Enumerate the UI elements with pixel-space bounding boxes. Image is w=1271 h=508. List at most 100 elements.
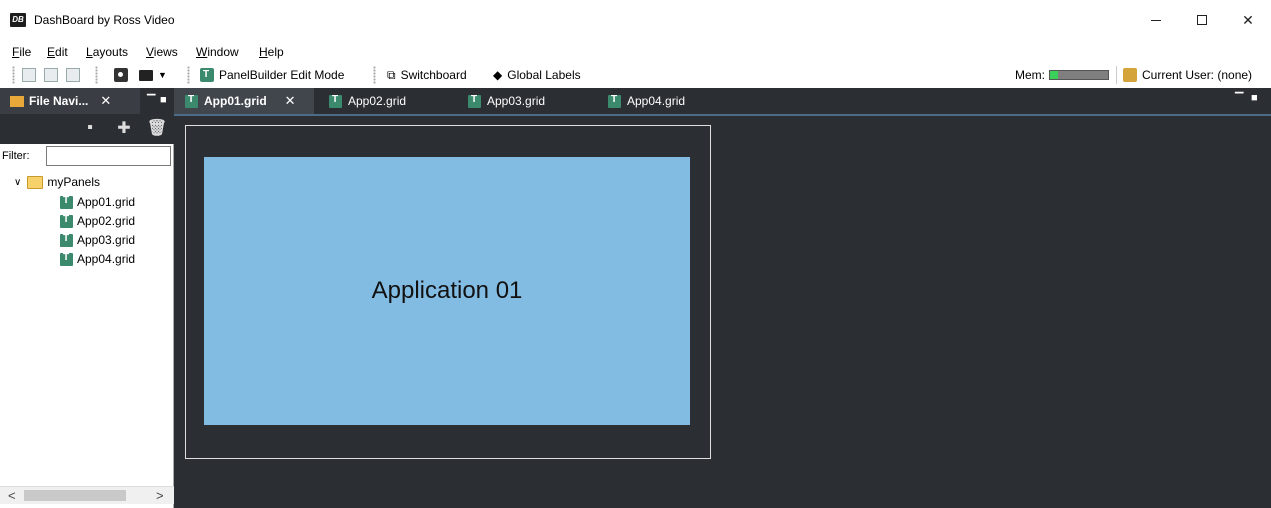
panelbuilder-edit-mode-button[interactable]: PanelBuilder Edit Mode	[200, 66, 344, 84]
toolbar-grip[interactable]	[95, 66, 98, 84]
grid-file-icon	[60, 214, 73, 228]
title-bar: DB DashBoard by Ross Video ✕	[0, 0, 1271, 42]
add-icon[interactable]: ✚	[116, 120, 132, 137]
save-button[interactable]	[22, 66, 41, 84]
maximize-editor-icon[interactable]: ■	[1251, 92, 1258, 104]
tab-label: App02.grid	[348, 94, 407, 108]
tree-item-label: App03.grid	[77, 233, 136, 247]
grid-file-icon	[185, 94, 198, 108]
tab-label: App04.grid	[627, 94, 686, 108]
tab-label: App03.grid	[487, 94, 546, 108]
scroll-left-icon[interactable]: <	[8, 488, 16, 503]
toolbar: ▼ PanelBuilder Edit Mode ⧉ Switchboard ◆ G…	[0, 62, 1271, 88]
screenshot-button[interactable]	[114, 66, 133, 84]
tab-app04-grid[interactable]: App04.grid	[608, 88, 685, 114]
menu-file-rest: ile	[19, 45, 32, 59]
menu-bar: File Edit Layouts Views Window Help	[0, 42, 1271, 62]
tab-app02-grid[interactable]: App02.grid	[327, 88, 406, 114]
folder-icon	[27, 175, 44, 189]
close-window-button[interactable]: ✕	[1225, 0, 1271, 40]
menu-layouts-mnemonic: L	[86, 45, 93, 59]
close-icon[interactable]: ✕	[100, 93, 111, 109]
global-labels-button[interactable]: ◆ Global Labels	[493, 66, 581, 84]
scroll-right-icon[interactable]: >	[156, 488, 164, 503]
minimize-icon	[1151, 19, 1161, 21]
mem-label: Mem:	[1015, 68, 1045, 82]
current-user-button[interactable]: Current User: (none)	[1123, 66, 1252, 84]
file-navigator-tab-label: File Navi...	[29, 94, 89, 108]
filter-input[interactable]	[46, 146, 171, 166]
tab-app01-grid[interactable]: App01.grid ✕	[174, 88, 314, 114]
menu-views-mnemonic: V	[146, 45, 154, 59]
tree-item-app03[interactable]: App03.grid	[60, 230, 135, 250]
menu-help[interactable]: Help	[259, 45, 284, 59]
panelbuilder-label: PanelBuilder Edit Mode	[219, 68, 345, 82]
switchboard-icon: ⧉	[387, 67, 396, 82]
switchboard-button[interactable]: ⧉ Switchboard	[387, 66, 467, 84]
tree-folder-mypanels[interactable]: ∨ myPanels	[14, 172, 100, 192]
menu-edit[interactable]: Edit	[47, 45, 68, 59]
copy-button[interactable]	[66, 66, 85, 84]
maximize-button[interactable]	[1179, 0, 1225, 40]
window-title: DashBoard by Ross Video	[34, 13, 175, 27]
minimize-button[interactable]	[1133, 0, 1179, 40]
folder-icon	[139, 69, 153, 81]
menu-window[interactable]: Window	[196, 45, 239, 59]
menu-file[interactable]: File	[12, 45, 31, 59]
switchboard-label: Switchboard	[400, 68, 467, 82]
horizontal-scrollbar[interactable]: < >	[0, 486, 174, 504]
current-user-label: Current User: (none)	[1142, 68, 1253, 82]
tree-item-label: App04.grid	[77, 252, 136, 266]
menu-window-rest: indow	[207, 45, 239, 59]
chevron-down-icon[interactable]: ∨	[14, 177, 21, 188]
filter-label: Filter:	[2, 150, 30, 162]
toolbar-grip[interactable]	[187, 66, 190, 84]
minimize-editor-icon[interactable]: ▔	[1235, 92, 1243, 105]
editor-tabbar: App01.grid ✕ App02.grid App03.grid App04…	[174, 88, 1271, 116]
copy-icon	[66, 68, 80, 82]
maximize-icon	[1197, 15, 1207, 25]
global-labels-label: Global Labels	[507, 68, 581, 82]
application-label: Application 01	[371, 277, 523, 304]
menu-layouts-rest: ayouts	[92, 45, 129, 59]
scrollbar-thumb[interactable]	[24, 490, 126, 501]
menu-help-rest: elp	[267, 45, 284, 59]
menu-views[interactable]: Views	[146, 45, 178, 59]
maximize-panel-icon[interactable]: ■	[160, 94, 167, 106]
save-all-button[interactable]	[44, 66, 63, 84]
chevron-down-icon: ▼	[158, 70, 167, 80]
tag-icon: ◆	[493, 68, 503, 82]
grid-file-icon	[60, 252, 73, 266]
tab-label: App01.grid	[204, 94, 267, 108]
file-navigator-panel: File Navi... ✕ ▔ ■ ▪ ✚ 🗑 Filter: ∨ myPan…	[0, 88, 174, 508]
open-folder-button[interactable]: ▼	[139, 66, 167, 84]
menu-edit-mnemonic: E	[47, 45, 56, 59]
trash-icon[interactable]: 🗑	[147, 120, 167, 137]
grid-file-icon	[60, 195, 73, 209]
tree-item-app04[interactable]: App04.grid	[60, 249, 135, 269]
save-all-icon	[44, 68, 58, 82]
user-icon	[1123, 68, 1137, 82]
dashboard-app-icon: DB	[10, 13, 26, 27]
camera-icon	[114, 68, 128, 82]
tree-item-app01[interactable]: App01.grid	[60, 192, 135, 212]
editor-area: App01.grid ✕ App02.grid App03.grid App04…	[174, 88, 1271, 508]
save-icon	[22, 68, 36, 82]
save-icon[interactable]: ▪	[82, 119, 98, 136]
grid-file-icon	[468, 94, 481, 108]
tab-file-navigator[interactable]: File Navi... ✕	[0, 88, 140, 114]
toolbar-grip[interactable]	[12, 66, 15, 84]
memory-bar	[1049, 70, 1109, 80]
tree-item-app02[interactable]: App02.grid	[60, 211, 135, 231]
toolbar-separator	[1116, 66, 1117, 84]
tree-folder-label: myPanels	[47, 175, 101, 189]
tab-app03-grid[interactable]: App03.grid	[468, 88, 545, 114]
toolbar-grip[interactable]	[373, 66, 376, 84]
folder-icon	[10, 95, 24, 107]
minimize-panel-icon[interactable]: ▔	[147, 94, 155, 107]
close-icon[interactable]: ✕	[285, 93, 296, 109]
application-01-panel[interactable]: Application 01	[204, 157, 690, 425]
file-navigator-actions: ▪ ✚ 🗑	[0, 114, 174, 144]
tree-item-label: App02.grid	[77, 214, 136, 228]
menu-layouts[interactable]: Layouts	[86, 45, 128, 59]
